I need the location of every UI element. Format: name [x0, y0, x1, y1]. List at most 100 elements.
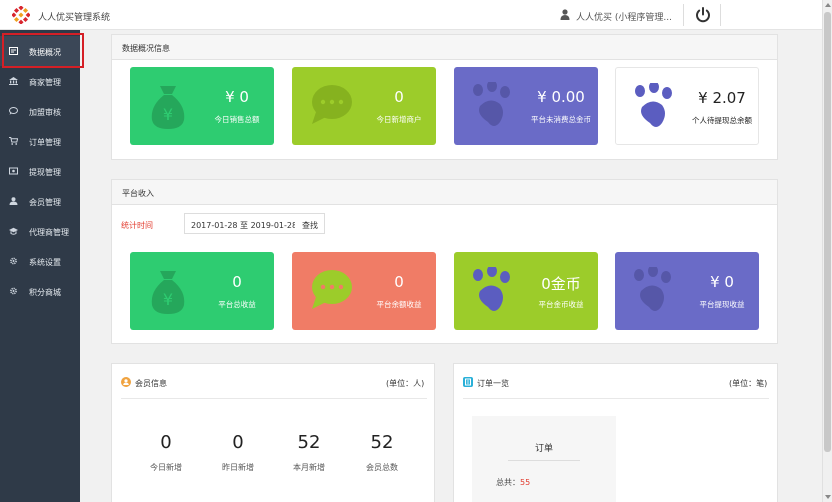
- sidebar-item-label: 商家管理: [29, 78, 61, 87]
- orders-divider: [463, 398, 769, 399]
- stat-card-label: 今日新增商户: [376, 115, 422, 124]
- sidebar-item-points-mall[interactable]: 积分商城: [0, 276, 80, 306]
- user-icon: [9, 197, 18, 205]
- paw-icon: [473, 267, 510, 311]
- income-card-withdraw: ¥ 0 平台提现收益: [615, 252, 759, 330]
- stat-card-new-merchants: 0 今日新增商户: [292, 67, 436, 145]
- stat-card-label: 个人待提现总余额: [692, 116, 752, 125]
- income-card-balance: 0 平台余额收益: [292, 252, 436, 330]
- overview-title: 数据概况信息: [122, 44, 170, 53]
- scrollbar-thumb[interactable]: [824, 12, 831, 452]
- stat-card-pending-withdraw: ¥ 2.07 个人待提现总余额: [615, 67, 759, 145]
- user-icon: [560, 9, 570, 20]
- sidebar-item-withdrawals[interactable]: 提现管理: [0, 156, 80, 186]
- member-stat-value: 52: [370, 432, 394, 453]
- scroll-down-arrow[interactable]: [825, 495, 831, 499]
- member-stat-total: 52 会员总数: [347, 432, 417, 473]
- sidebar-item-settings[interactable]: 系统设置: [0, 246, 80, 276]
- stat-card-today-sales: ¥ ¥ 0 今日销售总额: [130, 67, 274, 145]
- member-stat-today: 0 今日新增: [131, 432, 201, 473]
- income-card-value: 0金币: [541, 275, 581, 293]
- sidebar-item-label: 提现管理: [29, 168, 61, 177]
- gear-icon: [9, 257, 18, 265]
- stat-card-label: 平台未消费总金币: [531, 115, 591, 124]
- income-card-total: ¥ 0 平台总收益: [130, 252, 274, 330]
- order-total-value: 55: [520, 478, 531, 487]
- header-divider: [720, 4, 721, 26]
- member-info-icon: [121, 377, 131, 387]
- members-unit: (单位：人): [386, 379, 425, 388]
- order-box-title: 订单: [534, 444, 553, 454]
- member-stat-yesterday: 0 昨日新增: [203, 432, 273, 473]
- order-list-icon: [463, 377, 473, 387]
- bank-icon: [9, 77, 18, 85]
- stat-card-value: 0: [394, 88, 404, 106]
- sidebar-item-orders[interactable]: 订单管理: [0, 126, 80, 156]
- paw-icon: [635, 83, 672, 127]
- sidebar-item-franchise-review[interactable]: 加盟审核: [0, 96, 80, 126]
- orders-title: 订单一览: [477, 379, 509, 388]
- date-range-value[interactable]: 2017-01-28 至 2019-01-28: [191, 220, 295, 231]
- income-card-value: 0: [232, 273, 242, 291]
- stat-card-value: ¥ 0: [225, 88, 249, 106]
- vertical-scrollbar[interactable]: [822, 0, 832, 502]
- member-stat-label: 本月新增: [293, 463, 325, 472]
- stat-time-label: 统计时间: [121, 221, 153, 230]
- order-total: 总共：55: [496, 477, 530, 488]
- income-panel-header: 平台收入: [112, 180, 777, 205]
- stat-card-value: ¥ 2.07: [698, 89, 746, 107]
- income-card-value: 0: [394, 273, 404, 291]
- chat-icon: [9, 107, 18, 115]
- members-title: 会员信息: [135, 379, 167, 388]
- order-total-label: 总共：: [496, 478, 520, 487]
- search-button[interactable]: 查找: [302, 220, 318, 231]
- orders-unit: (单位：笔): [729, 379, 768, 388]
- income-card-label: 平台提现收益: [699, 300, 745, 309]
- app-title: 人人优买管理系统: [38, 13, 111, 23]
- scroll-up-arrow[interactable]: [825, 3, 831, 7]
- gear-icon: [9, 287, 18, 295]
- active-item-highlight: [2, 33, 84, 68]
- member-stat-value: 0: [232, 432, 244, 453]
- user-name-menu[interactable]: 人人优买 (小程序管理...: [576, 10, 672, 23]
- member-stat-month: 52 本月新增: [274, 432, 344, 473]
- money-bag-icon: ¥: [151, 86, 185, 129]
- sidebar: 数据概况 商家管理 加盟审核 订单管理 提现管理 会员管理 代理商管理 系统设置…: [0, 30, 80, 502]
- paw-icon: [634, 267, 671, 311]
- income-card-label: 平台总收益: [218, 300, 256, 309]
- member-stat-label: 今日新增: [150, 463, 182, 472]
- power-icon[interactable]: [694, 6, 712, 24]
- sidebar-item-label: 加盟审核: [29, 108, 61, 117]
- chat-bubble-icon: [312, 85, 352, 124]
- member-stat-value: 52: [297, 432, 321, 453]
- sidebar-item-label: 订单管理: [29, 138, 61, 147]
- stat-card-value: ¥ 0.00: [537, 88, 585, 106]
- chat-bubble-icon: [312, 270, 352, 309]
- sidebar-item-label: 会员管理: [29, 198, 61, 207]
- income-card-label: 平台金币收益: [538, 300, 584, 309]
- overview-panel-header: 数据概况信息: [112, 35, 777, 60]
- sidebar-item-label: 积分商城: [29, 288, 61, 297]
- sidebar-item-label: 系统设置: [29, 258, 61, 267]
- income-card-value: ¥ 0: [710, 273, 734, 291]
- graduation-icon: [9, 227, 18, 235]
- sidebar-item-members[interactable]: 会员管理: [0, 186, 80, 216]
- income-title: 平台收入: [122, 189, 154, 198]
- stat-card-label: 今日销售总额: [214, 115, 260, 124]
- order-box-divider: [508, 460, 580, 461]
- logo-icon: [12, 6, 30, 24]
- sidebar-item-merchants[interactable]: 商家管理: [0, 66, 80, 96]
- member-stat-label: 会员总数: [366, 463, 398, 472]
- money-bag-icon: ¥: [151, 271, 185, 314]
- income-card-coins: 0金币 平台金币收益: [454, 252, 598, 330]
- order-summary-box: 订单 总共：55: [472, 416, 616, 502]
- sidebar-item-agents[interactable]: 代理商管理: [0, 216, 80, 246]
- date-range-input[interactable]: 2017-01-28 至 2019-01-28 查找: [184, 213, 325, 234]
- sidebar-item-label: 代理商管理: [29, 228, 69, 237]
- member-stat-label: 昨日新增: [222, 463, 254, 472]
- header-divider: [683, 4, 684, 26]
- top-header: 人人优买管理系统 人人优买 (小程序管理...: [0, 0, 822, 30]
- paw-icon: [473, 82, 510, 126]
- svg-text:¥: ¥: [163, 105, 173, 124]
- member-stat-value: 0: [160, 432, 172, 453]
